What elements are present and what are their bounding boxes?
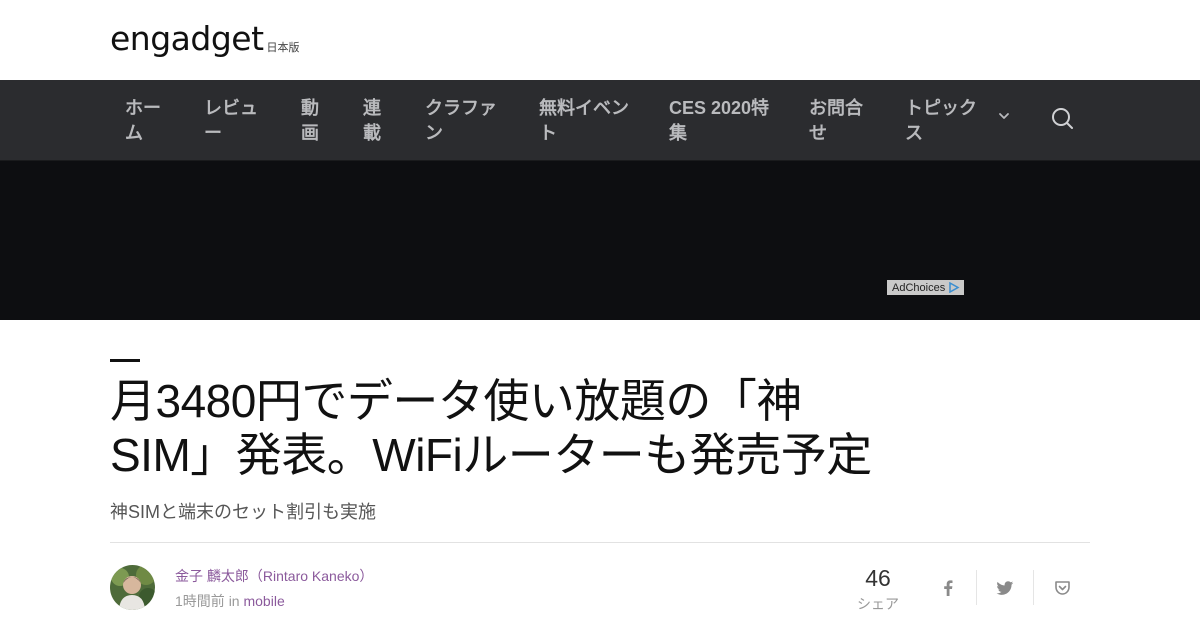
search-icon[interactable] [1049,105,1077,133]
nav-label: クラファ [425,98,497,118]
nav-item-home[interactable]: ホー ム [125,96,161,146]
avatar-photo [110,565,155,610]
nav-item-ces-2020[interactable]: CES 2020特 集 [669,96,769,146]
nav-item-series[interactable]: 連 載 [363,96,381,146]
meta-in: in [228,593,240,609]
logo-wordmark: engadget [110,19,264,58]
nav-label: レビュ [204,98,258,118]
nav-label: 無料イベン [539,98,629,118]
nav-label: 集 [669,123,687,143]
facebook-share-button[interactable] [933,572,963,604]
pocket-icon [1054,581,1070,595]
facebook-icon [944,580,953,596]
title-accent-bar [110,359,140,362]
share-count: 46 [865,565,891,591]
author-name[interactable]: 金子 麟太郎（Rintaro Kaneko） [175,566,373,586]
nav-label: ン [425,123,443,143]
nav-label: 載 [363,123,381,143]
chevron-down-icon[interactable] [997,109,1011,123]
share-separator [1033,570,1034,605]
nav-label: お問合 [809,98,863,118]
title-line: SIM」発表。WiFiルーターも発売予定 [110,429,872,481]
logo-edition: 日本版 [266,41,300,54]
nav-label: ー [204,123,222,143]
nav-label: ス [905,123,923,143]
adchoices-icon [949,282,960,293]
site-logo[interactable]: engadget 日本版 [110,20,300,58]
ad-banner[interactable] [0,161,1200,320]
nav-label: ム [125,123,143,143]
site-header: engadget 日本版 [0,0,1200,80]
share-label: シェア [857,596,899,612]
nav-item-video[interactable]: 動 画 [301,96,319,146]
nav-label: ホー [125,98,161,118]
article-subtitle: 神SIMと端末のセット割引も実施 [110,502,376,522]
title-line: 月3480円でデータ使い放題の「神 [110,375,802,427]
twitter-share-button[interactable] [990,572,1020,604]
divider [110,542,1090,543]
publish-time: 1時間前 [175,593,225,609]
article-meta: 1時間前 in mobile [175,591,285,611]
nav-label: CES 2020特 [669,98,770,118]
nav-item-crowdfunding[interactable]: クラファ ン [425,96,497,146]
nav-label: 連 [363,98,381,118]
twitter-icon [996,580,1014,595]
nav-label: 動 [301,98,319,118]
nav-item-contact[interactable]: お問合 せ [809,96,863,146]
nav-item-review[interactable]: レビュ ー [204,96,258,146]
pocket-save-button[interactable] [1047,572,1077,604]
adchoices-label: AdChoices [892,281,946,294]
adchoices-badge[interactable]: AdChoices [887,280,964,295]
main-nav: ホー ム レビュ ー 動 画 連 載 クラファ ン 無料イベン ト CES 20… [0,80,1200,161]
share-separator [976,570,977,605]
category-link[interactable]: mobile [243,593,284,609]
nav-label: トピック [905,98,977,118]
nav-item-free-events[interactable]: 無料イベン ト [539,96,629,146]
article-title: 月3480円でデータ使い放題の「神 SIM」発表。WiFiルーターも発売予定 [110,374,930,482]
nav-label: せ [809,123,827,143]
nav-label: ト [539,123,557,143]
nav-item-topics[interactable]: トピック ス [905,96,977,146]
nav-label: 画 [301,123,319,143]
author-avatar[interactable] [110,565,155,610]
